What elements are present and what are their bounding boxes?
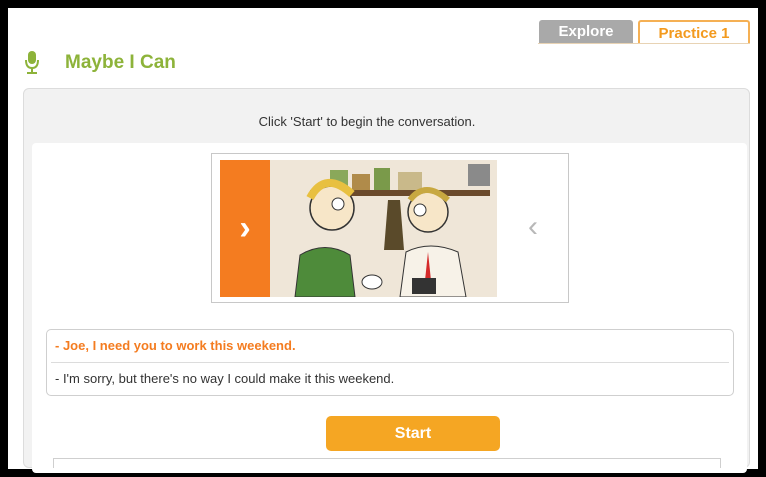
dialog-line: - I'm sorry, but there's no way I could … [55,371,395,386]
instruction-text: Click 'Start' to begin the conversation. [258,114,476,129]
start-button[interactable]: Start [326,416,500,451]
conversation-transcript: - Joe, I need you to work this weekend. … [46,329,734,396]
dialog-line-active: - Joe, I need you to work this weekend. [55,338,296,353]
previous-slide-button[interactable]: ‹ [520,212,546,242]
conversation-scene-image [270,160,497,297]
tab-explore[interactable]: Explore [539,20,633,44]
chevron-left-icon: ‹ [528,210,538,243]
dialog-divider [51,362,729,363]
chevron-right-icon: › [239,209,251,247]
response-area [53,458,721,468]
microphone-icon [25,51,39,74]
tab-underline [538,43,750,44]
image-carousel: › ‹ [211,153,569,303]
page-title: Maybe I Can [65,52,176,73]
next-slide-button[interactable]: › [220,160,270,297]
tab-practice-1[interactable]: Practice 1 [638,20,750,44]
